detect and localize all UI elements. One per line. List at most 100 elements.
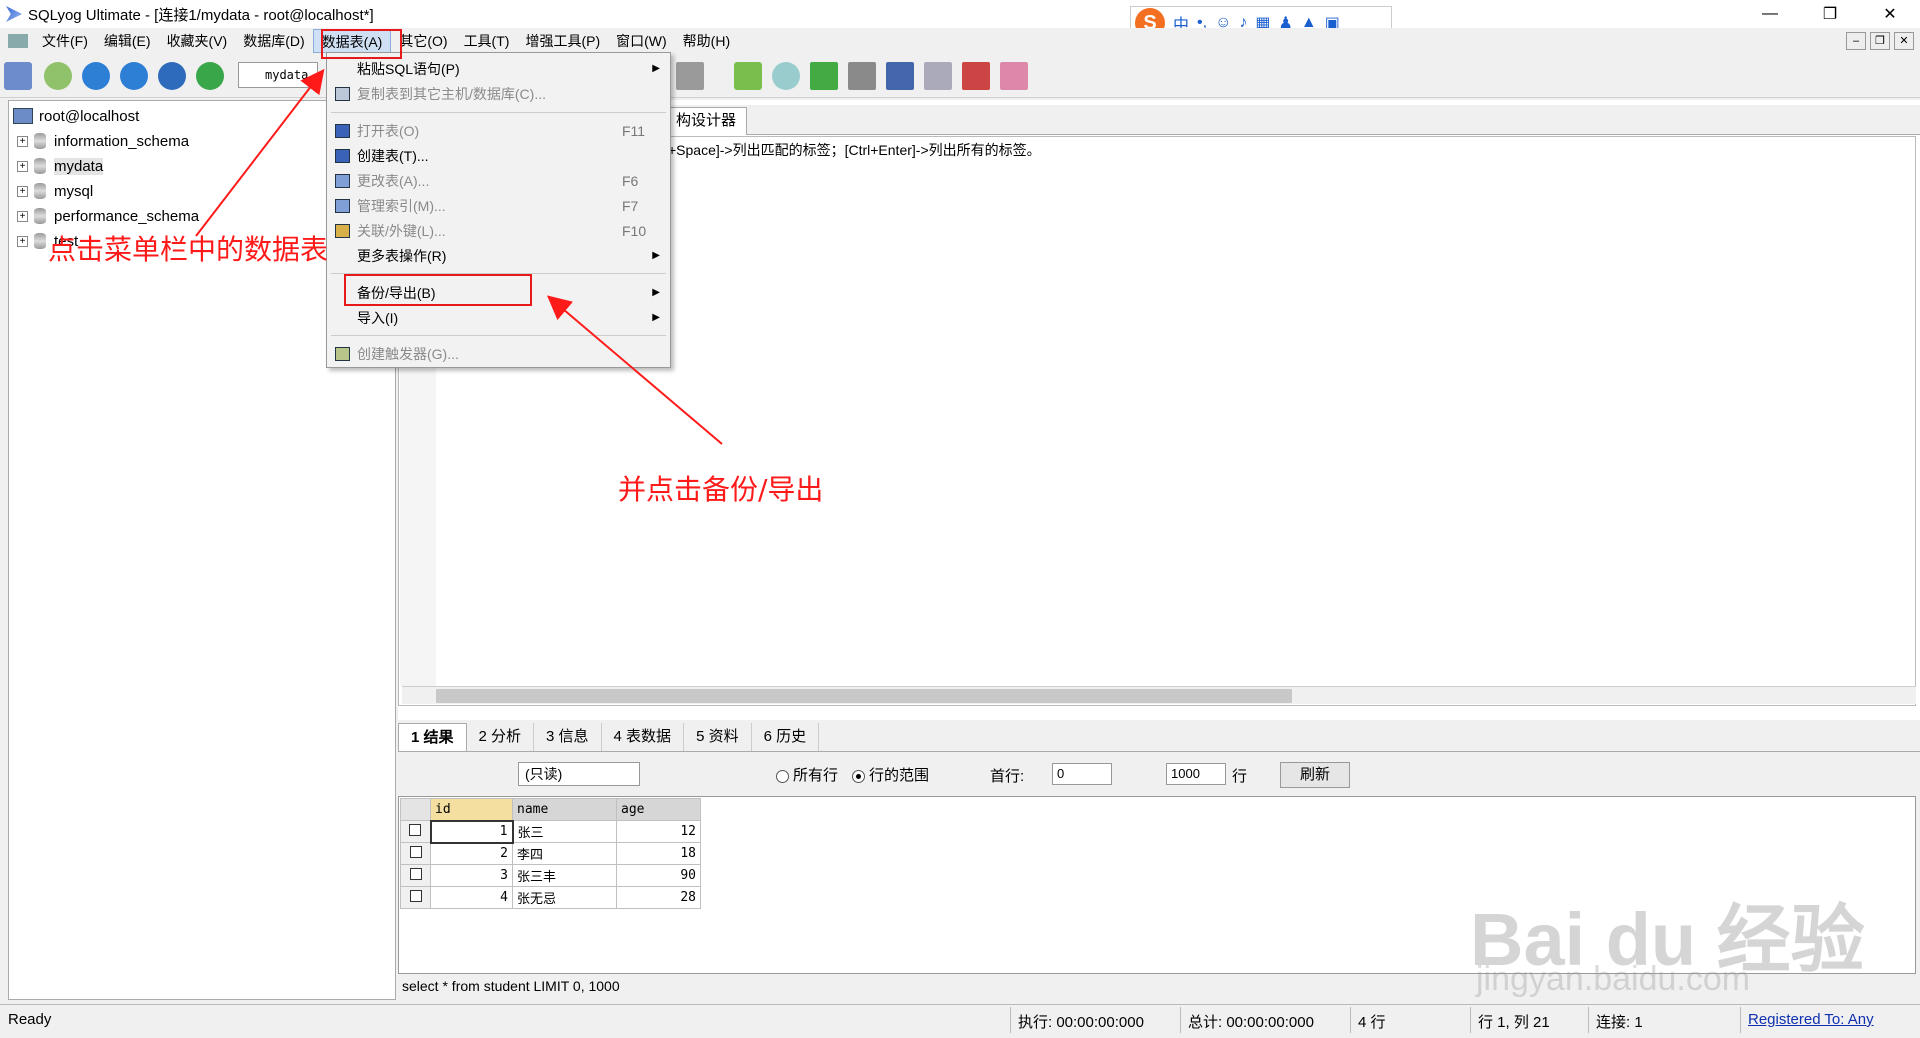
rows-label: 行 <box>1232 768 1248 785</box>
row-count-input[interactable]: 1000 <box>1166 763 1226 785</box>
minimize-icon[interactable]: — <box>1740 0 1800 28</box>
cell[interactable]: 1 <box>429 819 514 844</box>
mdi-close-icon[interactable]: ✕ <box>1894 32 1914 50</box>
format-icon[interactable] <box>196 62 224 90</box>
tab-profile[interactable]: 2 分析 <box>467 723 535 751</box>
col-header[interactable]: id <box>430 798 513 821</box>
row-checkbox[interactable] <box>400 820 431 843</box>
menu-item-open-table[interactable]: 打开表(O) F11 <box>327 119 670 143</box>
table-row[interactable]: 3 张三丰 90 <box>400 864 701 887</box>
menu-bar: 文件(F) 编辑(E) 收藏夹(V) 数据库(D) 数据表(A) 其它(O) 工… <box>0 28 1920 54</box>
tab-schema-designer[interactable]: 构设计器 <box>665 107 748 135</box>
tree-db-information-schema[interactable]: + information_schema <box>9 130 189 152</box>
menu-database[interactable]: 数据库(D) <box>235 29 312 53</box>
connect-icon[interactable] <box>4 62 32 90</box>
tab-history[interactable]: 6 历史 <box>752 723 820 751</box>
mdi-restore-icon[interactable]: ❐ <box>1870 32 1890 50</box>
editor-hscrollbar[interactable] <box>402 686 1916 704</box>
report-icon[interactable] <box>962 62 990 90</box>
registered-link[interactable]: Registered To: Any <box>1748 1011 1874 1028</box>
new-query-icon[interactable] <box>44 62 72 90</box>
menu-favorites[interactable]: 收藏夹(V) <box>159 29 236 53</box>
cell[interactable]: 28 <box>616 886 701 909</box>
tab-table-data[interactable]: 4 表数据 <box>602 723 685 751</box>
db-sync-icon[interactable] <box>772 62 800 90</box>
cell[interactable]: 3 <box>430 864 513 887</box>
editor-hint: +Space]->列出匹配的标签；[Ctrl+Enter]->列出所有的标签。 <box>668 142 1041 158</box>
expand-icon[interactable]: + <box>17 235 28 247</box>
menu-edit[interactable]: 编辑(E) <box>96 29 159 53</box>
first-row-input[interactable]: 0 <box>1052 763 1112 785</box>
database-selector[interactable]: mydata <box>238 62 318 88</box>
refresh-icon[interactable] <box>158 62 186 90</box>
scroll-thumb[interactable] <box>436 689 1292 703</box>
tree-db-mysql[interactable]: + mysql <box>9 180 93 202</box>
expand-icon[interactable]: + <box>17 135 28 147</box>
menu-item-copy-table[interactable]: 复制表到其它主机/数据库(C)... <box>327 82 670 106</box>
compare-icon[interactable] <box>810 62 838 90</box>
mdi-minimize-icon[interactable]: – <box>1846 32 1866 50</box>
menu-tools[interactable]: 工具(T) <box>456 29 518 53</box>
expand-icon[interactable]: + <box>17 160 28 172</box>
radio-icon[interactable] <box>852 769 865 783</box>
cell[interactable]: 李四 <box>512 842 617 865</box>
menu-item-import[interactable]: 导入(I) ▶ <box>327 306 670 330</box>
cell[interactable]: 18 <box>616 842 701 865</box>
trigger-icon <box>335 347 350 361</box>
menu-item-more-table-ops[interactable]: 更多表操作(R) ▶ <box>327 244 670 268</box>
import-icon[interactable] <box>886 62 914 90</box>
grid-icon[interactable] <box>676 62 704 90</box>
index-icon <box>335 199 350 213</box>
tree-db-performance-schema[interactable]: + performance_schema <box>9 205 199 227</box>
tab-messages[interactable]: 3 信息 <box>534 723 602 751</box>
menu-item-manage-index[interactable]: 管理索引(M)... F7 <box>327 194 670 218</box>
row-checkbox[interactable] <box>400 842 431 865</box>
expand-icon[interactable]: + <box>17 185 28 197</box>
schema-designer-icon[interactable] <box>1000 62 1028 90</box>
radio-icon[interactable] <box>776 769 789 783</box>
tab-result[interactable]: 1 结果 <box>398 723 467 751</box>
cell[interactable]: 4 <box>430 886 513 909</box>
cell[interactable]: 12 <box>616 820 701 843</box>
schema-icon[interactable] <box>734 62 762 90</box>
row-checkbox[interactable] <box>400 886 431 909</box>
monitor-icon[interactable] <box>924 62 952 90</box>
result-mode-select[interactable]: (只读) <box>518 762 640 786</box>
tree-root[interactable]: root@localhost <box>9 105 139 127</box>
menu-file[interactable]: 文件(F) <box>34 29 96 53</box>
menu-item-create-trigger[interactable]: 创建触发器(G)... <box>327 342 670 366</box>
cell[interactable]: 张无忌 <box>512 886 617 909</box>
table-row[interactable]: 4 张无忌 28 <box>400 886 701 909</box>
status-exec-time: 执行: 00:00:00:000 <box>1018 1014 1144 1031</box>
radio-all-rows[interactable]: 所有行 <box>776 764 838 785</box>
execute-all-icon[interactable] <box>120 62 148 90</box>
refresh-button[interactable]: 刷新 <box>1280 762 1350 788</box>
radio-row-range[interactable]: 行的范围 <box>852 764 929 785</box>
cell[interactable]: 张三丰 <box>512 864 617 887</box>
cell[interactable]: 90 <box>616 864 701 887</box>
execute-icon[interactable] <box>82 62 110 90</box>
menu-power-tools[interactable]: 增强工具(P) <box>517 29 608 53</box>
table-row[interactable]: 1 张三 12 <box>400 819 701 844</box>
cell[interactable]: 张三 <box>512 820 617 843</box>
col-header[interactable]: name <box>512 798 617 821</box>
menu-window[interactable]: 窗口(W) <box>608 29 675 53</box>
backup-icon[interactable] <box>848 62 876 90</box>
menu-item-paste-sql[interactable]: 粘贴SQL语句(P) ▶ <box>327 57 670 81</box>
baidu-watermark: Bai du 经验 jingyan.baidu.com <box>1470 820 1900 1000</box>
close-icon[interactable]: ✕ <box>1860 0 1920 28</box>
submenu-arrow-icon: ▶ <box>652 312 660 323</box>
menu-item-foreign-keys[interactable]: 关联/外键(L)... F10 <box>327 219 670 243</box>
table-row[interactable]: 2 李四 18 <box>400 842 701 865</box>
tree-db-mydata[interactable]: + mydata <box>9 155 104 177</box>
restore-icon[interactable]: ❐ <box>1800 0 1860 28</box>
col-header[interactable]: age <box>616 798 701 821</box>
cell[interactable]: 2 <box>430 842 513 865</box>
tab-info[interactable]: 5 资料 <box>684 723 752 751</box>
mdi-system-icon[interactable] <box>8 34 28 48</box>
expand-icon[interactable]: + <box>17 210 28 222</box>
menu-help[interactable]: 帮助(H) <box>675 29 738 53</box>
menu-item-alter-table[interactable]: 更改表(A)... F6 <box>327 169 670 193</box>
row-checkbox[interactable] <box>400 864 431 887</box>
menu-item-create-table[interactable]: 创建表(T)... <box>327 144 670 168</box>
